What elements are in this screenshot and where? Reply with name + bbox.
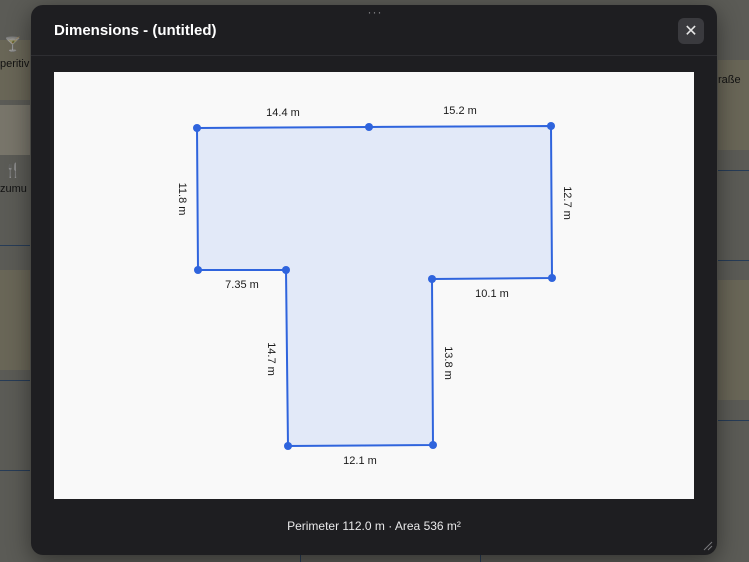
edge-label: 11.8 m <box>176 183 188 216</box>
edge-label: 12.1 m <box>343 455 377 467</box>
measurement-summary: Perimeter 112.0 m · Area 536 m² <box>287 519 461 533</box>
vertex-handle[interactable] <box>194 266 202 274</box>
edge-label: 13.8 m <box>442 346 454 380</box>
edge-label: 10.1 m <box>475 288 509 300</box>
vertex-handle[interactable] <box>548 274 556 282</box>
dimensions-dialog: ··· Dimensions - (untitled) ✕ 14.4 m 15.… <box>31 5 717 555</box>
edge-label: 12.7 m <box>561 186 573 220</box>
vertex-handle[interactable] <box>429 441 437 449</box>
vertex-handle[interactable] <box>365 123 373 131</box>
dimensions-canvas: 14.4 m 15.2 m 12.7 m 10.1 m 13.8 m 12.1 … <box>54 72 694 499</box>
edge-label: 15.2 m <box>443 105 477 117</box>
vertex-handle[interactable] <box>284 442 292 450</box>
drag-handle-icon[interactable]: ··· <box>363 6 387 18</box>
dialog-title: Dimensions - (untitled) <box>54 22 217 39</box>
close-icon: ✕ <box>684 23 698 40</box>
vertex-handle[interactable] <box>193 124 201 132</box>
resize-handle-icon[interactable] <box>701 539 713 551</box>
edge-label: 14.7 m <box>265 342 277 376</box>
edge-label: 14.4 m <box>266 107 300 119</box>
shape-diagram: 14.4 m 15.2 m 12.7 m 10.1 m 13.8 m 12.1 … <box>176 105 573 467</box>
header-divider <box>31 55 717 56</box>
vertex-handle[interactable] <box>428 275 436 283</box>
edge-label: 7.35 m <box>225 279 259 291</box>
close-button[interactable]: ✕ <box>678 18 704 44</box>
vertex-handle[interactable] <box>282 266 290 274</box>
vertex-handle[interactable] <box>547 122 555 130</box>
